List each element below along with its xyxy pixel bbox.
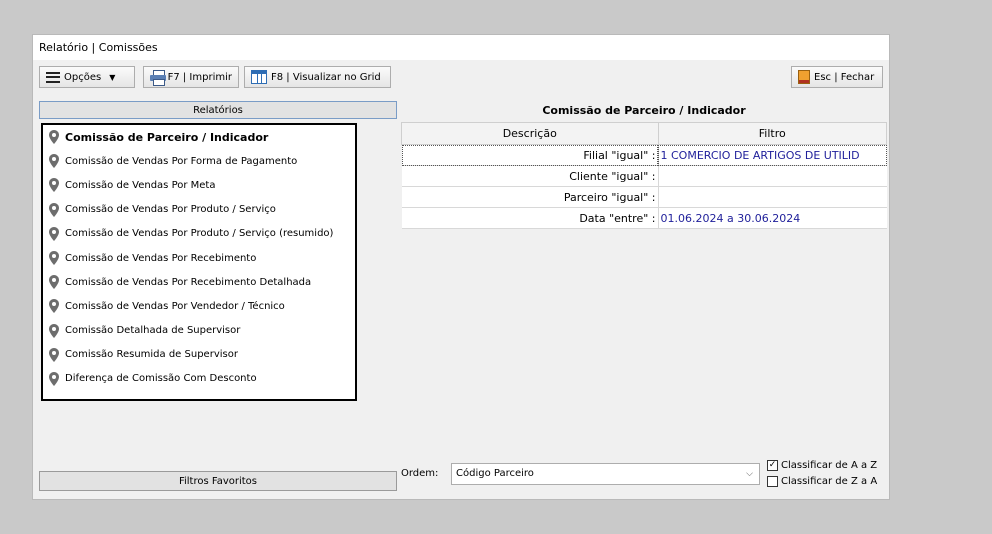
reports-header: Relatórios [39, 101, 397, 119]
sort-az-label: Classificar de A a Z [781, 460, 878, 471]
filter-row[interactable]: Cliente "igual" : [401, 165, 887, 187]
report-item-label: Comissão de Vendas Por Recebimento Detal… [65, 276, 312, 288]
report-item-label: Comissão de Vendas Por Recebimento [65, 252, 257, 264]
filter-value[interactable] [658, 165, 887, 187]
report-title: Comissão de Parceiro / Indicador [542, 104, 746, 117]
dropdown-arrow-icon: ▼ [109, 72, 116, 82]
sort-az-checkbox[interactable]: ✓ Classificar de A a Z [767, 460, 877, 471]
filter-description: Data "entre" : [401, 207, 659, 229]
report-list-item[interactable]: Comissão de Vendas Por Forma de Pagament… [43, 149, 355, 173]
close-label: Esc | Fechar [814, 71, 875, 83]
filter-description: Parceiro "igual" : [401, 186, 659, 208]
filter-row[interactable]: Parceiro "igual" : [401, 186, 887, 208]
map-pin-icon [49, 323, 59, 338]
filter-table-empty-area [401, 238, 887, 454]
close-button[interactable]: Esc | Fechar [791, 66, 883, 88]
report-list-item[interactable]: Comissão Detalhada de Supervisor [43, 319, 355, 343]
report-list-item[interactable]: Comissão de Vendas Por Recebimento [43, 246, 355, 270]
printer-icon [150, 70, 166, 86]
filters-panel: Comissão de Parceiro / Indicador Descriç… [401, 101, 887, 495]
filter-description: Cliente "igual" : [401, 165, 659, 187]
report-item-label: Comissão de Parceiro / Indicador [65, 130, 269, 144]
order-label: Ordem: [401, 468, 439, 479]
map-pin-icon [49, 178, 59, 193]
column-header-description[interactable]: Descrição [401, 122, 659, 145]
report-list: Comissão de Parceiro / Indicador Comissão… [41, 123, 357, 401]
checkbox-box[interactable]: ✓ [767, 460, 778, 471]
map-pin-icon [49, 251, 59, 266]
report-item-label: Comissão de Vendas Por Vendedor / Técnic… [65, 300, 285, 312]
report-list-item[interactable]: Comissão de Vendas Por Meta [43, 173, 355, 197]
options-label: Opções [64, 71, 102, 83]
report-list-item[interactable]: Comissão de Vendas Por Produto / Serviço… [43, 222, 355, 246]
map-pin-icon [49, 371, 59, 386]
report-window: Relatório | Comissões Opções ▼ F7 | Impr… [32, 34, 890, 500]
report-item-label: Comissão de Vendas Por Produto / Serviço… [65, 228, 334, 240]
map-pin-icon [49, 226, 59, 241]
report-item-label: Comissão de Vendas Por Forma de Pagament… [65, 155, 298, 167]
filter-value[interactable] [658, 186, 887, 208]
toolbar: Opções ▼ F7 | Imprimir F8 | Visualizar n… [39, 64, 883, 92]
report-item-label: Comissão Resumida de Supervisor [65, 349, 238, 361]
sort-za-label: Classificar de Z a A [781, 476, 878, 487]
map-pin-icon [49, 299, 59, 314]
report-list-item[interactable]: Comissão Resumida de Supervisor [43, 343, 355, 367]
report-item-label: Comissão Detalhada de Supervisor [65, 325, 241, 337]
sort-za-checkbox[interactable]: Classificar de Z a A [767, 476, 877, 487]
report-list-item[interactable]: Diferença de Comissão Com Desconto [43, 367, 355, 391]
report-item-label: Comissão de Vendas Por Meta [65, 179, 216, 191]
filter-row[interactable]: Filial "igual" : 1 COMERCIO DE ARTIGOS D… [401, 144, 887, 166]
map-pin-icon [49, 347, 59, 362]
menu-icon [46, 71, 60, 83]
view-grid-button[interactable]: F8 | Visualizar no Grid [244, 66, 391, 88]
report-list-item[interactable]: Comissão de Vendas Por Recebimento Detal… [43, 270, 355, 294]
report-list-item[interactable]: Comissão de Vendas Por Produto / Serviço [43, 198, 355, 222]
exit-door-icon [798, 70, 810, 84]
print-button[interactable]: F7 | Imprimir [143, 66, 239, 88]
report-list-item[interactable]: Comissão de Vendas Por Vendedor / Técnic… [43, 294, 355, 318]
filter-description: Filial "igual" : [401, 144, 659, 166]
order-bar: Ordem: Código Parceiro ⌵ ✓ Classificar d… [401, 457, 887, 491]
report-item-label: Comissão de Vendas Por Produto / Serviço [65, 204, 276, 216]
report-list-item[interactable]: Comissão de Parceiro / Indicador [43, 125, 355, 149]
favorite-filters-button[interactable]: Filtros Favoritos [39, 471, 397, 491]
order-select[interactable]: Código Parceiro ⌵ [451, 463, 760, 485]
view-grid-label: F8 | Visualizar no Grid [271, 71, 381, 83]
map-pin-icon [49, 130, 59, 145]
order-select-value: Código Parceiro [456, 468, 534, 479]
print-label: F7 | Imprimir [167, 71, 232, 83]
filter-value[interactable]: 01.06.2024 a 30.06.2024 [658, 207, 887, 229]
filter-table: Descrição Filtro Filial "igual" : 1 COME… [401, 122, 887, 229]
map-pin-icon [49, 202, 59, 217]
grid-icon [251, 70, 267, 84]
window-title: Relatório | Comissões [33, 35, 889, 60]
column-header-filter[interactable]: Filtro [657, 122, 887, 145]
map-pin-icon [49, 154, 59, 169]
filter-row[interactable]: Data "entre" : 01.06.2024 a 30.06.2024 [401, 207, 887, 229]
filter-value[interactable]: 1 COMERCIO DE ARTIGOS DE UTILID [658, 144, 887, 166]
options-button[interactable]: Opções ▼ [39, 66, 135, 88]
chevron-down-icon: ⌵ [746, 469, 753, 479]
map-pin-icon [49, 275, 59, 290]
report-item-label: Diferença de Comissão Com Desconto [65, 373, 257, 385]
checkbox-box[interactable] [767, 476, 778, 487]
reports-panel: Relatórios Comissão de Parceiro / Indica… [39, 101, 397, 491]
